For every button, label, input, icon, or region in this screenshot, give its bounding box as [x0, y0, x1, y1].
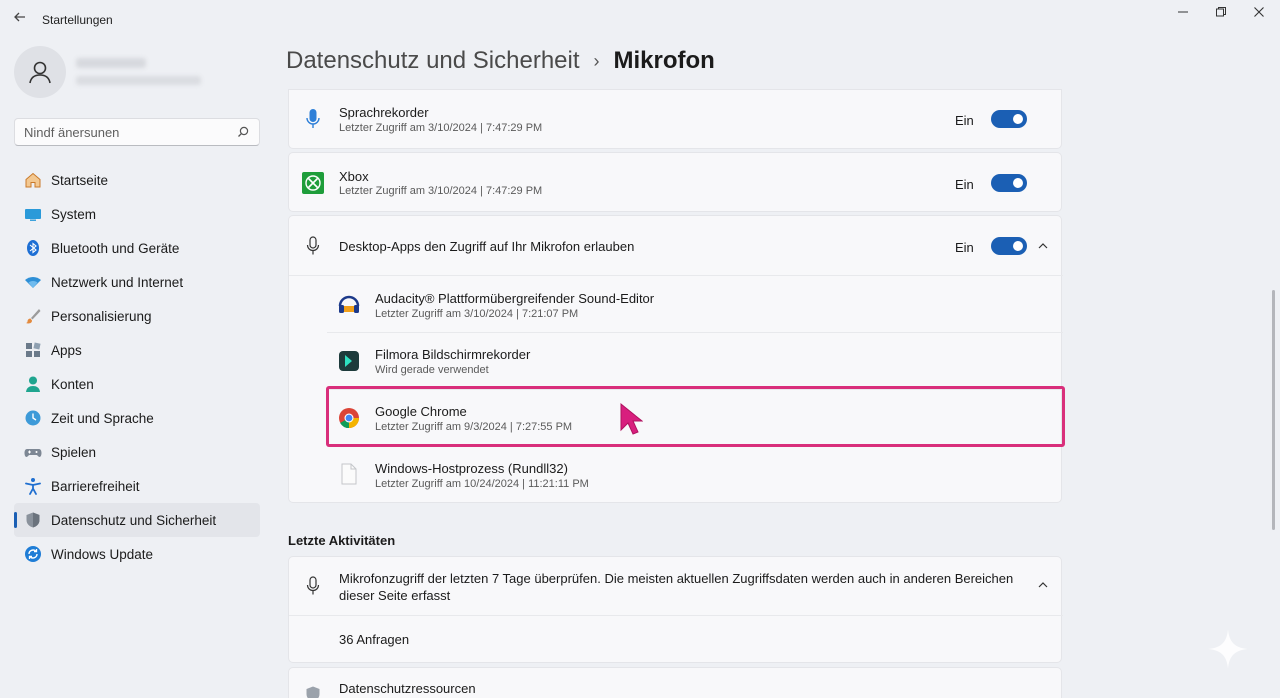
privacy-resources-card[interactable]: Datenschutzressourcen: [288, 667, 1062, 698]
accessibility-icon: [24, 477, 42, 495]
app-name: Sprachrekorder: [339, 105, 429, 120]
breadcrumb-parent[interactable]: Datenschutz und Sicherheit: [286, 47, 580, 75]
desktop-apps-toggle[interactable]: [991, 237, 1027, 255]
toggle-state-label: Ein: [955, 177, 974, 192]
request-count: 36 Anfragen: [339, 632, 410, 647]
xbox-icon: [301, 171, 325, 195]
app-last-access: Letzter Zugriff am 10/24/2024 | 11:21:11…: [375, 478, 589, 490]
breadcrumb: Datenschutz und Sicherheit › Mikrofon: [286, 47, 715, 75]
microphone-icon: [301, 574, 325, 598]
desktop-apps-section: Desktop-Apps den Zugriff auf Ihr Mikrofo…: [288, 215, 1063, 503]
page-title: Mikrofon: [613, 47, 715, 74]
sidebar-item-spielen[interactable]: Spielen: [14, 435, 260, 469]
filmora-icon: [337, 349, 361, 373]
recent-activity-title: Mikrofonzugriff der letzten 7 Tage überp…: [339, 571, 1014, 603]
title-bar: Startellungen: [0, 0, 1280, 38]
user-name-redacted: [76, 58, 146, 68]
microphone-icon: [301, 234, 325, 258]
app-status: Wird gerade verwendet: [375, 364, 489, 376]
sprachrekorder-toggle[interactable]: [991, 110, 1027, 128]
sidebar-item-label: Zeit und Sprache: [51, 410, 154, 426]
scrollbar[interactable]: [1272, 290, 1275, 530]
brush-icon: [24, 307, 42, 325]
sidebar-item-label: Bluetooth und Geräte: [51, 240, 180, 256]
sidebar-item-personalisierung[interactable]: Personalisierung: [14, 299, 260, 333]
divider: [289, 275, 1063, 276]
shield-icon: [24, 511, 42, 529]
sparkle-icon: [1206, 627, 1250, 676]
arrow-left-icon[interactable]: [10, 10, 30, 28]
update-icon: [24, 545, 42, 563]
shield-icon: [301, 682, 325, 698]
close-icon[interactable]: [1239, 5, 1279, 25]
sidebar-item-barrierefreiheit[interactable]: Barrierefreiheit: [14, 469, 260, 503]
toggle-state-label: Ein: [955, 113, 974, 128]
app-row-sprachrekorder: Sprachrekorder Letzter Zugriff am 3/10/2…: [288, 89, 1062, 149]
sidebar-item-label: Datenschutz und Sicherheit: [51, 512, 217, 528]
divider: [289, 615, 1063, 616]
clock-globe-icon: [24, 409, 42, 427]
divider: [327, 332, 1063, 333]
wifi-icon: [24, 273, 42, 291]
bluetooth-icon: [24, 239, 42, 257]
recent-activity-card: Mikrofonzugriff der letzten 7 Tage überp…: [288, 556, 1063, 663]
microphone-app-icon: [301, 107, 325, 131]
chevron-up-icon[interactable]: [1036, 578, 1050, 592]
app-name: Xbox: [339, 169, 369, 184]
chevron-right-icon: ›: [593, 50, 600, 71]
app-last-access: Letzter Zugriff am 3/10/2024 | 7:47:29 P…: [339, 122, 543, 134]
sidebar-item-netzwerk[interactable]: Netzwerk und Internet: [14, 265, 260, 299]
cursor-icon: [619, 402, 644, 441]
sidebar-item-datenschutz[interactable]: Datenschutz und Sicherheit: [14, 503, 260, 537]
apps-icon: [24, 341, 42, 359]
sidebar-item-system[interactable]: System: [14, 197, 260, 231]
app-name: Filmora Bildschirmrekorder: [375, 347, 531, 362]
app-name: Audacity® Plattformübergreifender Sound-…: [375, 291, 655, 306]
person-avatar-icon: [29, 61, 51, 84]
app-last-access: Letzter Zugriff am 3/10/2024 | 7:47:29 P…: [339, 185, 543, 197]
restore-icon[interactable]: [1201, 5, 1241, 25]
sidebar-item-label: Windows Update: [51, 546, 154, 562]
app-row-xbox: Xbox Letzter Zugriff am 3/10/2024 | 7:47…: [288, 152, 1062, 212]
sidebar-item-label: Konten: [51, 376, 94, 392]
search-icon[interactable]: [237, 125, 249, 143]
sidebar-item-zeit-und-sprache[interactable]: Zeit und Sprache: [14, 401, 260, 435]
person-icon: [24, 375, 42, 393]
sidebar-item-label: Apps: [51, 342, 82, 358]
toggle-state-label: Ein: [955, 240, 974, 255]
desktop-apps-title: Desktop-Apps den Zugriff auf Ihr Mikrofo…: [339, 239, 635, 254]
chevron-up-icon[interactable]: [1036, 239, 1050, 253]
sidebar-item-label: Startseite: [51, 172, 109, 188]
sidebar-item-label: System: [51, 206, 97, 222]
chrome-highlight-frame: [326, 386, 1065, 447]
sidebar-nav: Startseite System Bluetooth und Geräte N…: [14, 163, 260, 571]
gamepad-icon: [24, 443, 42, 461]
avatar: [14, 46, 66, 98]
privacy-resources-title: Datenschutzressourcen: [339, 681, 476, 696]
home-icon: [24, 171, 42, 189]
app-last-access: Letzter Zugriff am 3/10/2024 | 7:21:07 P…: [375, 308, 579, 320]
sidebar-item-konten[interactable]: Konten: [14, 367, 260, 401]
sidebar-item-apps[interactable]: Apps: [14, 333, 260, 367]
search-input[interactable]: [24, 125, 224, 140]
sidebar-item-bluetooth[interactable]: Bluetooth und Geräte: [14, 231, 260, 265]
user-profile[interactable]: [14, 46, 264, 102]
audacity-icon: [337, 292, 361, 316]
user-email-redacted: [76, 76, 201, 85]
file-icon: [337, 462, 361, 486]
section-title-recent: Letzte Aktivitäten: [288, 533, 396, 548]
settings-search[interactable]: [14, 118, 260, 146]
minimize-icon[interactable]: [1163, 5, 1203, 25]
window-title: Startellungen: [42, 13, 113, 27]
xbox-toggle[interactable]: [991, 174, 1027, 192]
monitor-icon: [24, 205, 42, 223]
sidebar-item-label: Personalisierung: [51, 308, 152, 324]
sidebar-item-label: Spielen: [51, 444, 97, 460]
sidebar-item-startseite[interactable]: Startseite: [14, 163, 260, 197]
sidebar-item-windows-update[interactable]: Windows Update: [14, 537, 260, 571]
sidebar-item-label: Barrierefreiheit: [51, 478, 140, 494]
sidebar-item-label: Netzwerk und Internet: [51, 274, 184, 290]
app-name: Windows-Hostprozess (Rundll32): [375, 461, 568, 476]
